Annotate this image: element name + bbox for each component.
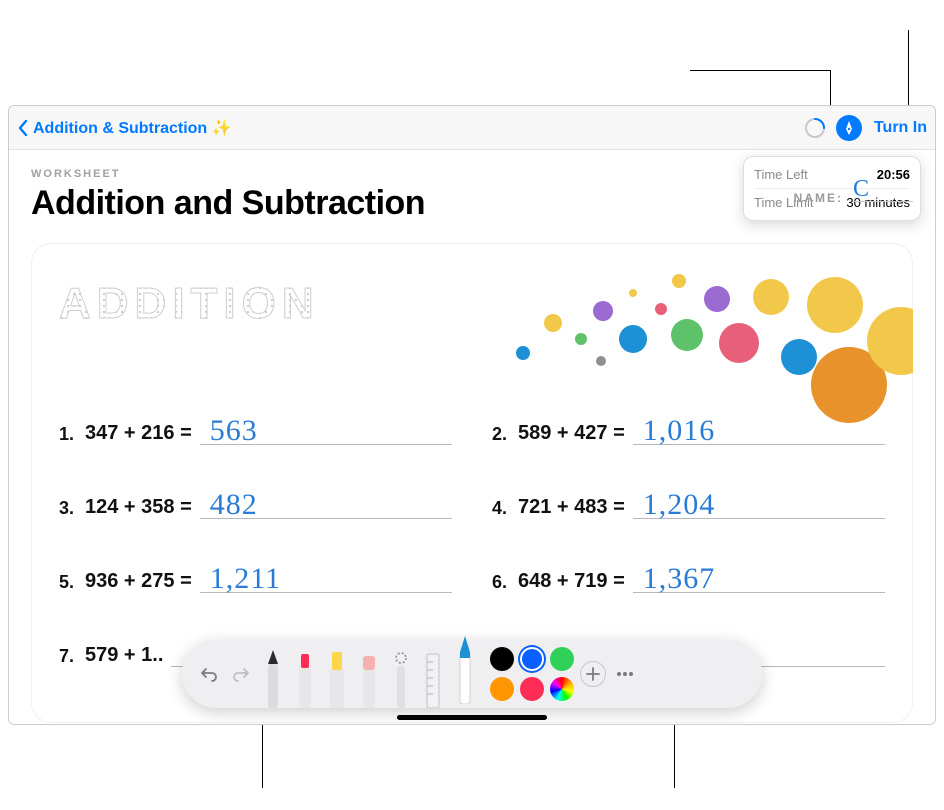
problem-row: 4.721 + 483 = 1,204: [492, 487, 885, 519]
answer-line[interactable]: 1,204: [633, 487, 885, 519]
markup-toggle-button[interactable]: [836, 115, 862, 141]
undo-button[interactable]: [196, 661, 222, 687]
markup-toolbar: [182, 640, 762, 708]
answer-line[interactable]: 1,211: [200, 561, 452, 593]
problem-row: 3.124 + 358 = 482: [59, 487, 452, 519]
swatch-blue[interactable]: [520, 647, 544, 671]
ruler-tool[interactable]: [420, 646, 446, 702]
highlighter-tool[interactable]: [324, 646, 350, 702]
lasso-tool[interactable]: [388, 646, 414, 702]
problem-number: 5.: [59, 572, 85, 593]
name-label: NAME:: [794, 191, 843, 205]
problem-equation: 579 + 1..: [85, 644, 163, 667]
redo-button[interactable]: [228, 661, 254, 687]
problem-number: 2.: [492, 424, 518, 445]
problem-row: 2.589 + 427 = 1,016: [492, 413, 885, 445]
name-handwriting: C: [853, 176, 869, 203]
problem-equation: 721 + 483 =: [518, 496, 625, 519]
answer-line[interactable]: 563: [200, 413, 452, 445]
name-field: NAME: C: [794, 178, 913, 205]
problem-number: 1.: [59, 424, 85, 445]
eraser-tool[interactable]: [356, 646, 382, 702]
timer-button[interactable]: [802, 115, 828, 141]
problem-row: 5.936 + 275 = 1,211: [59, 561, 452, 593]
problem-equation: 124 + 358 =: [85, 496, 192, 519]
back-label: Addition & Subtraction ✨: [33, 118, 232, 138]
ellipsis-icon: [616, 671, 634, 677]
back-button[interactable]: Addition & Subtraction ✨: [17, 118, 232, 138]
answer-line[interactable]: 482: [200, 487, 452, 519]
swatch-orange[interactable]: [490, 677, 514, 701]
problem-number: 6.: [492, 572, 518, 593]
answer-handwriting: 482: [210, 488, 258, 522]
swatch-color-picker[interactable]: [550, 677, 574, 701]
undo-icon: [200, 665, 218, 683]
answer-handwriting: 1,016: [643, 414, 716, 448]
swatch-red[interactable]: [520, 677, 544, 701]
answer-handwriting: 563: [210, 414, 258, 448]
plus-icon: [586, 667, 600, 681]
chevron-left-icon: [17, 119, 29, 137]
answer-handwriting: 1,211: [210, 562, 281, 596]
color-swatches: [490, 647, 574, 701]
pen-tool[interactable]: [260, 646, 286, 702]
name-input-line[interactable]: C: [853, 178, 913, 202]
problem-equation: 589 + 427 =: [518, 422, 625, 445]
redo-icon: [232, 665, 250, 683]
answer-line[interactable]: 1,367: [633, 561, 885, 593]
add-button[interactable]: [580, 661, 606, 687]
answer-line[interactable]: 1,016: [633, 413, 885, 445]
more-button[interactable]: [612, 661, 638, 687]
swatch-black[interactable]: [490, 647, 514, 671]
problem-equation: 936 + 275 =: [85, 570, 192, 593]
swatch-green[interactable]: [550, 647, 574, 671]
answer-handwriting: 1,204: [643, 488, 716, 522]
marker-tool[interactable]: [292, 646, 318, 702]
problem-number: 3.: [59, 498, 85, 519]
answer-handwriting: 1,367: [643, 562, 716, 596]
problem-number: 7.: [59, 646, 85, 667]
navigation-bar: Addition & Subtraction ✨ Turn In: [9, 106, 935, 150]
section-heading: ADDITION: [59, 279, 320, 329]
worksheet-kicker: WORKSHEET: [31, 168, 913, 180]
problem-row: 6.648 + 719 = 1,367: [492, 561, 885, 593]
home-indicator: [397, 715, 547, 720]
problem-equation: 347 + 216 =: [85, 422, 192, 445]
pencil-tool[interactable]: [452, 642, 478, 698]
pen-tip-icon: [841, 120, 857, 136]
page-title: Addition and Subtraction: [31, 184, 913, 223]
problem-equation: 648 + 719 =: [518, 570, 625, 593]
problem-row: 1.347 + 216 = 563: [59, 413, 452, 445]
app-window: Addition & Subtraction ✨ Turn In Time Le…: [8, 105, 936, 725]
problem-number: 4.: [492, 498, 518, 519]
clock-progress-icon: [804, 117, 826, 139]
turn-in-button[interactable]: Turn In: [874, 119, 927, 137]
